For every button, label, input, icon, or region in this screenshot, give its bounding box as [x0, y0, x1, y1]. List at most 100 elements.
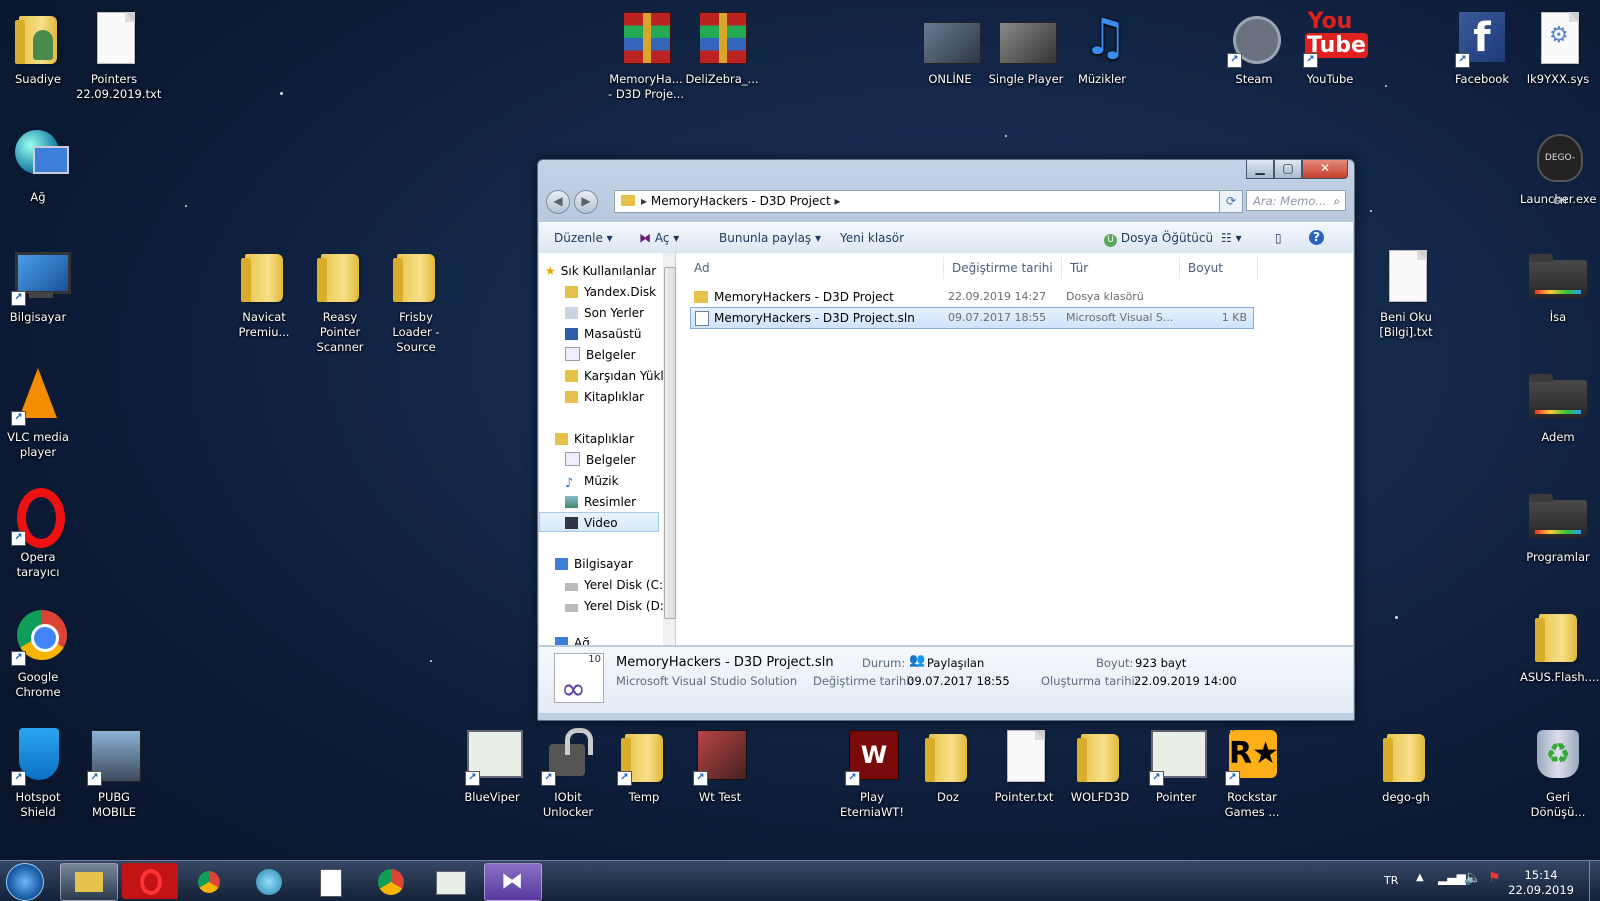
desktop-icon-doz[interactable]: Doz [910, 728, 986, 805]
taskbar-notepad[interactable] [302, 863, 358, 899]
desktop-icon-launcher-exe[interactable]: DEGO-GH Launcher.exe [1520, 130, 1596, 207]
desktop-icon-muzikler[interactable]: ♫ Müzikler [1064, 10, 1140, 87]
nav-recent-places[interactable]: Son Yerler [565, 303, 644, 323]
nav-drive-d[interactable]: Yerel Disk (D:) [565, 596, 663, 616]
column-header-size[interactable]: Boyut [1180, 257, 1258, 279]
dosya-ogutucu-button[interactable]: U Dosya Öğütücü [1104, 231, 1213, 247]
taskbar-explorer[interactable] [60, 863, 118, 901]
desktop-icon-single-player[interactable]: Single Player [988, 10, 1064, 87]
nav-libraries[interactable]: Kitaplıklar [555, 429, 634, 449]
clock[interactable]: 15:14 22.09.2019 [1508, 868, 1574, 898]
desktop-icon-memoryhackers-rar[interactable]: MemoryHa... - D3D Proje... [608, 10, 684, 102]
desktop-icon-wt-test[interactable]: ↗ Wt Test [682, 728, 758, 805]
desktop-icon-ag[interactable]: Ağ [0, 128, 76, 205]
nav-libraries-fav[interactable]: Kitaplıklar [565, 387, 644, 407]
back-button[interactable]: ◀ [546, 190, 570, 214]
share-menu[interactable]: Bununla paylaş ▾ [719, 231, 821, 245]
nav-drive-c[interactable]: Yerel Disk (C:) [565, 575, 663, 595]
file-row-selected[interactable]: MemoryHackers - D3D Project.sln 09.07.20… [690, 307, 1254, 329]
desktop-icon-suadiye[interactable]: Suadiye [0, 10, 76, 87]
new-folder-button[interactable]: Yeni klasör [840, 231, 904, 245]
column-header-type[interactable]: Tür [1062, 257, 1180, 279]
nav-lib-pictures[interactable]: Resimler [565, 492, 636, 512]
organize-menu[interactable]: Düzenle ▾ [554, 231, 613, 245]
nav-scrollbar[interactable] [663, 253, 676, 645]
nav-desktop[interactable]: Masaüstü [565, 324, 641, 344]
taskbar-app-globe[interactable] [242, 863, 298, 899]
documents-icon [565, 347, 580, 361]
desktop-icon-bilgisayar[interactable]: ↗ Bilgisayar [0, 248, 76, 325]
desktop-icon-steam[interactable]: ↗ Steam [1216, 10, 1292, 87]
start-button[interactable] [6, 863, 44, 901]
desktop-icon-isa[interactable]: İsa [1520, 248, 1596, 325]
desktop-icon-pubg-mobile[interactable]: ↗ PUBG MOBILE [76, 728, 152, 820]
network-signal-icon[interactable]: ▂▄▆ [1438, 871, 1466, 885]
desktop-icon-hotspot-shield[interactable]: ↗ Hotspot Shield [0, 728, 76, 820]
desktop-icon-beni-oku[interactable]: Beni Oku [Bilgi].txt [1368, 248, 1444, 340]
desktop-icon-iobit-unlocker[interactable]: ↗ IObit Unlocker [530, 728, 606, 820]
nav-network[interactable]: Ağ [555, 633, 590, 645]
desktop-icon-programlar[interactable]: Programlar [1520, 488, 1596, 565]
navigation-pane: ★ Sık Kullanılanlar Yandex.Disk Son Yerle… [539, 253, 664, 645]
desktop-icon-delizebra-rar[interactable]: DeliZebra_... [684, 10, 760, 87]
forward-button[interactable]: ▶ [574, 190, 598, 214]
open-button[interactable]: ⧓ Aç ▾ [639, 231, 679, 245]
chrome-icon [198, 871, 220, 893]
breadcrumb-folder[interactable]: MemoryHackers - D3D Project [651, 194, 831, 208]
desktop-icon-play-eterniawt[interactable]: W ↗ Play EterniaWT! [834, 728, 910, 820]
action-center-flag-icon[interactable]: ⚑ [1488, 870, 1501, 886]
desktop-icon-pointer[interactable]: ↗ Pointer [1138, 728, 1214, 805]
desktop-icon-vlc[interactable]: ↗ VLC media player [0, 368, 76, 460]
nav-downloads[interactable]: Karşıdan Yükl [565, 366, 663, 386]
desktop-icon-ik9yxx-sys[interactable]: ⚙ Ik9YXX.sys [1520, 10, 1596, 87]
desktop-icon-opera[interactable]: ↗ Opera tarayıcı [0, 488, 76, 580]
nav-lib-documents[interactable]: Belgeler [565, 450, 636, 470]
desktop-icon-rockstar-games[interactable]: R★ ↗ Rockstar Games ... [1214, 728, 1290, 820]
desktop-icon-adem[interactable]: Adem [1520, 368, 1596, 445]
desktop-icon-dego-gh[interactable]: dego-gh [1368, 728, 1444, 805]
taskbar-chrome[interactable] [362, 863, 418, 899]
desktop-icon-pointers-txt[interactable]: Pointers 22.09.2019.txt [76, 10, 161, 102]
taskbar-app-window[interactable] [422, 863, 478, 899]
taskbar-visual-studio[interactable]: ⧓ [484, 863, 542, 901]
desktop-icon-navicat[interactable]: Navicat Premiu... [226, 248, 302, 340]
desktop-icon-blueviper[interactable]: ↗ BlueViper [454, 728, 530, 805]
close-button[interactable]: ✕ [1302, 160, 1348, 179]
help-icon[interactable]: ? [1309, 230, 1324, 245]
maximize-button[interactable]: ▢ [1274, 160, 1302, 179]
column-header-date[interactable]: Değiştirme tarihi [944, 257, 1062, 279]
folder-icon [75, 872, 103, 892]
address-bar[interactable]: ▸ MemoryHackers - D3D Project ▸ ▼ [614, 190, 1238, 213]
desktop-icon-frisby-loader[interactable]: Frisby Loader - Source [378, 248, 454, 355]
taskbar-opera[interactable] [122, 863, 178, 899]
nav-lib-music[interactable]: ♪ Müzik [565, 471, 619, 491]
desktop-icon-wolfd3d[interactable]: WOLFD3D [1062, 728, 1138, 805]
desktop-icon-google-chrome[interactable]: ↗ Google Chrome [0, 608, 76, 700]
column-header-name[interactable]: Ad [686, 257, 944, 279]
search-input[interactable]: Ara: Memo... ⌕ [1246, 190, 1346, 211]
language-indicator[interactable]: TR [1384, 874, 1398, 887]
explorer-window[interactable]: ▁ ▢ ✕ ◀ ▶ ▸ MemoryHackers - D3D Project … [537, 159, 1355, 721]
desktop-icon-facebook[interactable]: f ↗ Facebook [1444, 10, 1520, 87]
desktop-icon-asus-flash[interactable]: ASUS.Flash.... [1520, 608, 1599, 685]
desktop-icon-temp[interactable]: ↗ Temp [606, 728, 682, 805]
desktop-icon-youtube[interactable]: You Tube ↗ YouTube [1292, 10, 1368, 87]
nav-documents[interactable]: Belgeler [565, 345, 636, 365]
desktop-icon-reasy-pointer[interactable]: Reasy Pointer Scanner [302, 248, 378, 355]
volume-icon[interactable]: 🔈 [1464, 870, 1481, 886]
desktop-icon-recycle-bin[interactable]: ♻ Geri Dönüşü... [1520, 728, 1596, 820]
view-options-icon[interactable]: ☷ ▾ [1221, 231, 1242, 245]
taskbar-chrome-canary[interactable] [182, 863, 238, 899]
preview-pane-icon[interactable]: ▯ [1275, 231, 1282, 245]
desktop-icon-online[interactable]: ONLİNE [912, 10, 988, 87]
minimize-button[interactable]: ▁ [1246, 160, 1274, 179]
nav-yandex-disk[interactable]: Yandex.Disk [565, 282, 656, 302]
nav-favorites[interactable]: ★ Sık Kullanılanlar [545, 261, 656, 281]
show-hidden-icons-icon[interactable]: ▲ [1416, 872, 1424, 883]
show-desktop-button[interactable] [1589, 861, 1600, 901]
desktop-icon-pointer-txt[interactable]: Pointer.txt [986, 728, 1062, 805]
file-row[interactable]: MemoryHackers - D3D Project 22.09.2019 1… [690, 287, 1252, 307]
refresh-button[interactable]: ⟳ [1219, 190, 1243, 213]
nav-computer[interactable]: Bilgisayar [555, 554, 633, 574]
nav-lib-video[interactable]: Video [539, 512, 659, 532]
